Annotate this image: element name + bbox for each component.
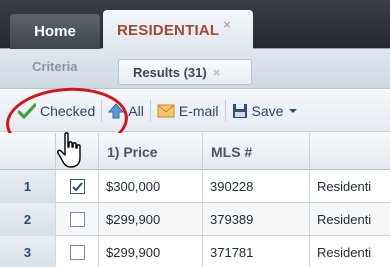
email-button-label: E-mail [178, 102, 219, 119]
header-type[interactable] [310, 133, 390, 170]
subtab-results[interactable]: Results (31) × [118, 59, 252, 85]
tab-residential-label: RESIDENTIAL [117, 21, 220, 39]
header-select [56, 133, 99, 170]
all-button-label: All [128, 102, 144, 119]
table-row[interactable]: 3 $299,900 371781 Residenti [0, 236, 390, 267]
cell-type: Residenti [317, 212, 372, 227]
cell-type: Residenti [317, 179, 372, 194]
checked-button-label: Checked [40, 102, 96, 119]
row-number: 1 [0, 170, 56, 203]
results-toolbar: Checked All E-mail Save [0, 90, 390, 132]
cell-price: $299,900 [99, 203, 203, 236]
cell-price: $299,900 [99, 236, 203, 267]
checked-button[interactable]: Checked [12, 97, 101, 125]
cell-price: $300,000 [99, 170, 203, 203]
email-button[interactable]: E-mail [151, 97, 225, 125]
save-button[interactable]: Save [226, 97, 309, 125]
row-checkbox[interactable] [69, 245, 85, 260]
table-row[interactable]: 1 $300,000 390228 Residenti [0, 170, 390, 203]
row-select-cell [56, 236, 99, 267]
row-checkbox[interactable] [69, 179, 85, 194]
results-grid: 1) Price MLS # 1 $300,000 390228 Residen… [0, 133, 390, 267]
floppy-disk-icon [232, 103, 247, 118]
checkmark-icon [18, 102, 36, 119]
row-number: 3 [0, 236, 56, 267]
checkbox-check-icon [71, 181, 83, 191]
all-button[interactable]: All [102, 97, 150, 125]
cell-mls: 379389 [203, 203, 310, 236]
cell-mls: 390228 [203, 170, 310, 203]
subtab-results-label: Results (31) [133, 64, 207, 80]
arrow-up-icon [108, 102, 125, 118]
tab-home-label: Home [34, 23, 76, 40]
main-tab-bar: Home RESIDENTIAL × [0, 0, 390, 50]
cell-type: Residenti [317, 245, 372, 260]
grid-header: 1) Price MLS # [0, 133, 390, 170]
header-mls[interactable]: MLS # [203, 133, 310, 170]
row-number: 2 [0, 203, 56, 236]
table-row[interactable]: 2 $299,900 379389 Residenti [0, 203, 390, 236]
header-rownum [0, 133, 56, 170]
tab-residential[interactable]: RESIDENTIAL × [103, 10, 253, 50]
tab-home[interactable]: Home [10, 14, 100, 49]
subtab-criteria[interactable]: Criteria [32, 59, 78, 74]
row-select-cell [56, 203, 99, 236]
cell-mls: 371781 [203, 236, 310, 267]
tab-close-icon[interactable]: × [223, 17, 231, 32]
chevron-down-icon [289, 108, 298, 113]
header-price[interactable]: 1) Price [99, 133, 203, 170]
row-select-cell [56, 170, 99, 203]
save-button-label: Save [251, 102, 284, 119]
row-checkbox[interactable] [69, 212, 85, 227]
subtab-close-icon[interactable]: × [213, 65, 221, 80]
sub-tab-bar: Criteria Results (31) × [0, 49, 390, 89]
envelope-icon [157, 104, 175, 117]
